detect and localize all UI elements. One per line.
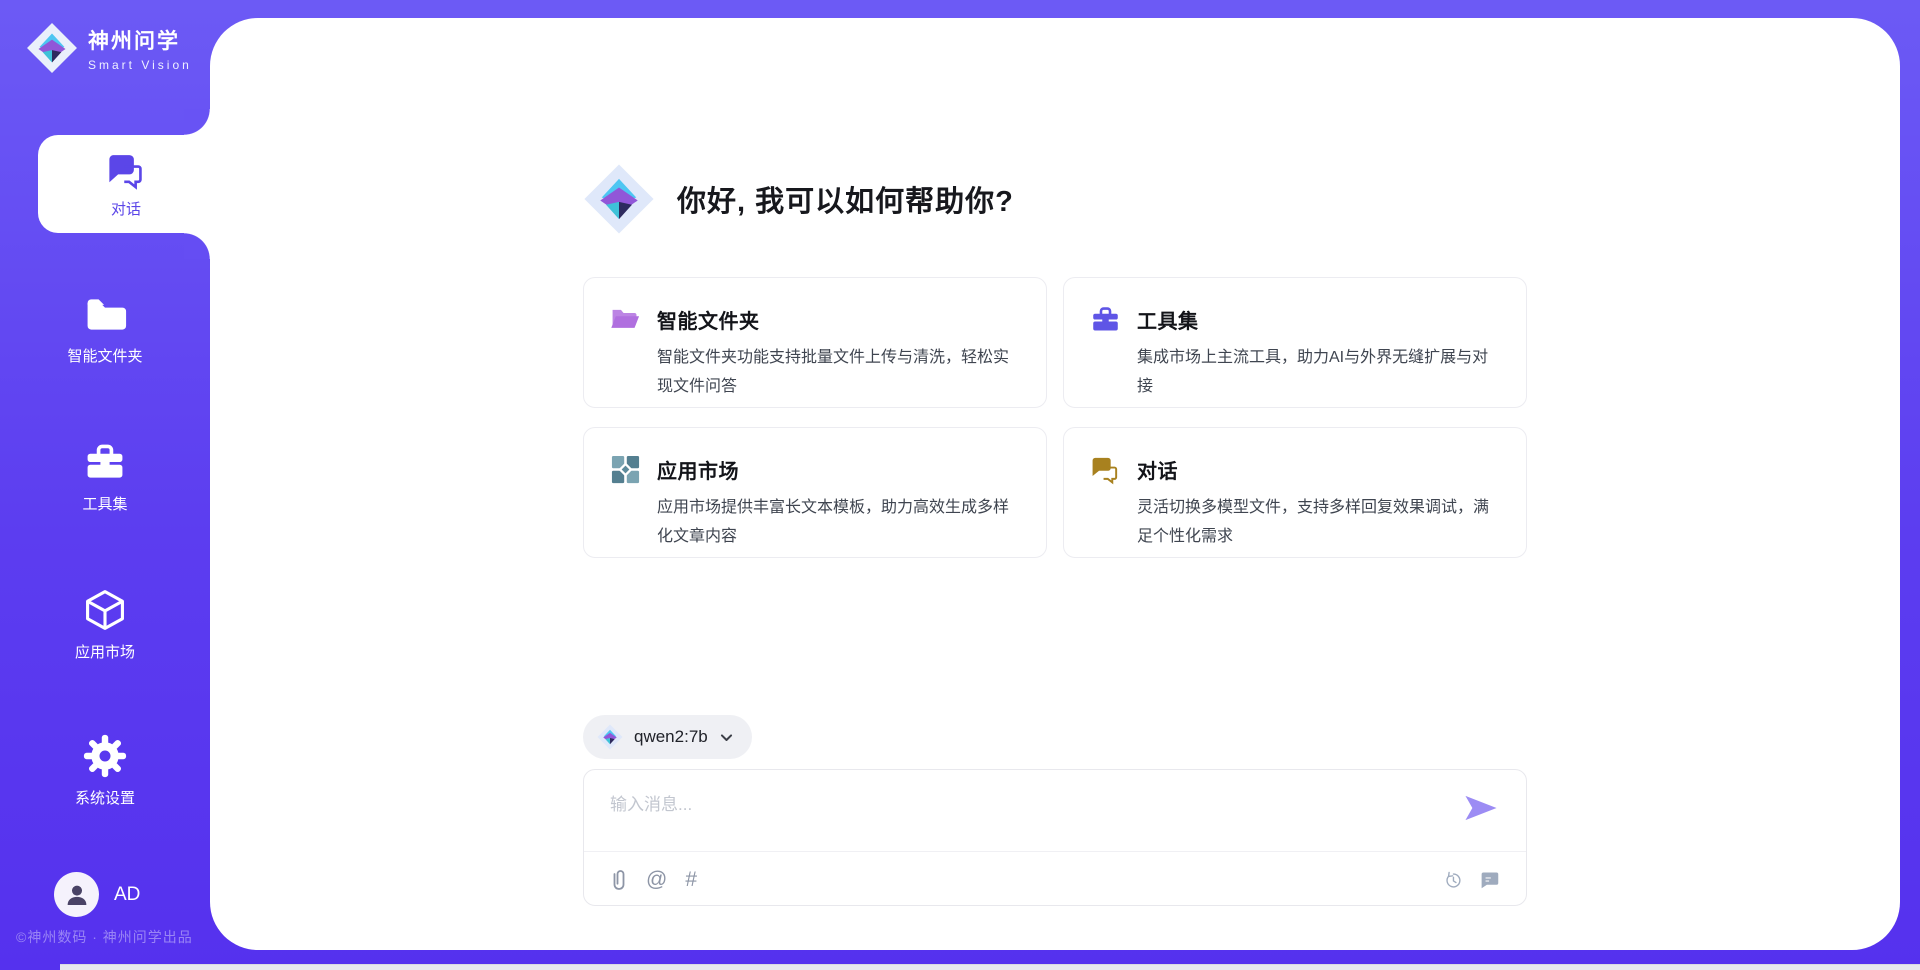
sidebar-item-label: 工具集 <box>82 493 127 514</box>
sidebar-footer: ©神州数码 · 神州问学出品 <box>16 927 193 947</box>
quick-chat-button[interactable] <box>1479 869 1500 890</box>
brand-name: 神州问学 <box>88 25 192 55</box>
model-selector[interactable]: qwen2:7b <box>583 715 752 759</box>
card-description: 应用市场提供丰富长文本模板，助力高效生成多样化文章内容 <box>657 493 1022 551</box>
sidebar-item-toolset[interactable]: 工具集 <box>0 440 210 514</box>
sidebar: 神州问学 Smart Vision 对话 智能文件夹 工具集 <box>0 0 210 970</box>
paper-plane-icon <box>1462 792 1500 824</box>
model-diamond-logo <box>597 724 623 750</box>
cube-icon <box>83 588 127 632</box>
card-title: 工具集 <box>1137 305 1199 334</box>
sidebar-item-label: 系统设置 <box>75 787 135 808</box>
sidebar-item-label: 智能文件夹 <box>67 345 142 366</box>
hash-icon: # <box>685 869 697 890</box>
message-composer: @ # <box>583 769 1527 906</box>
card-title: 智能文件夹 <box>657 305 760 334</box>
brand-diamond-logo <box>583 163 655 235</box>
model-name: qwen2:7b <box>634 727 708 747</box>
greeting-text: 你好, 我可以如何帮助你? <box>677 178 1014 220</box>
folder-icon <box>83 292 127 336</box>
card-toolset[interactable]: 工具集 集成市场上主流工具，助力AI与外界无缝扩展与对接 <box>1063 277 1527 408</box>
chat-bubbles-icon <box>105 149 147 191</box>
sidebar-item-label: 对话 <box>111 198 141 219</box>
history-icon <box>1442 869 1464 891</box>
sidebar-item-smart-folder[interactable]: 智能文件夹 <box>0 292 210 366</box>
history-button[interactable] <box>1442 869 1464 891</box>
card-description: 灵活切换多模型文件，支持多样回复效果调试，满足个性化需求 <box>1137 493 1502 551</box>
composer-toolbar: @ # <box>584 852 1526 907</box>
card-description: 集成市场上主流工具，助力AI与外界无缝扩展与对接 <box>1137 343 1502 401</box>
gear-icon <box>83 734 127 778</box>
user-name: AD <box>114 884 140 906</box>
chevron-down-icon <box>719 730 734 745</box>
active-tab-fillet-bottom <box>184 233 210 259</box>
attach-file-button[interactable] <box>610 868 628 892</box>
card-smart-folder[interactable]: 智能文件夹 智能文件夹功能支持批量文件上传与清洗，轻松实现文件问答 <box>583 277 1047 408</box>
grid-icon <box>610 454 641 485</box>
mention-button[interactable]: @ <box>646 869 667 890</box>
avatar <box>54 872 99 917</box>
active-tab-fillet-top <box>184 109 210 135</box>
sidebar-item-settings[interactable]: 系统设置 <box>0 734 210 808</box>
chat-bubbles-icon <box>1090 454 1121 485</box>
feature-cards: 智能文件夹 智能文件夹功能支持批量文件上传与清洗，轻松实现文件问答 工具集 集成… <box>583 277 1527 558</box>
message-icon <box>1479 869 1500 890</box>
brand-subtitle: Smart Vision <box>88 58 192 72</box>
greeting-row: 你好, 我可以如何帮助你? <box>583 163 1527 235</box>
sidebar-item-app-market[interactable]: 应用市场 <box>0 588 210 662</box>
send-button[interactable] <box>1462 792 1500 824</box>
sidebar-diamond-logo <box>26 22 78 74</box>
sidebar-item-label: 应用市场 <box>75 641 135 662</box>
card-chat[interactable]: 对话 灵活切换多模型文件，支持多样回复效果调试，满足个性化需求 <box>1063 427 1527 558</box>
briefcase-icon <box>1090 304 1121 335</box>
horizontal-scrollbar[interactable] <box>0 963 1920 970</box>
card-app-market[interactable]: 应用市场 应用市场提供丰富长文本模板，助力高效生成多样化文章内容 <box>583 427 1047 558</box>
card-title: 对话 <box>1137 455 1178 484</box>
paperclip-icon <box>610 868 628 892</box>
card-title: 应用市场 <box>657 455 739 484</box>
sidebar-item-chat[interactable]: 对话 <box>38 135 214 233</box>
topic-button[interactable]: # <box>685 869 697 890</box>
user-profile[interactable]: AD <box>54 872 140 917</box>
brand: 神州问学 Smart Vision <box>26 22 192 74</box>
message-input[interactable] <box>584 770 1444 850</box>
folder-open-icon <box>610 304 641 335</box>
briefcase-icon <box>83 440 127 484</box>
at-sign-icon: @ <box>646 869 667 890</box>
card-description: 智能文件夹功能支持批量文件上传与清洗，轻松实现文件问答 <box>657 343 1022 401</box>
person-icon <box>62 880 92 910</box>
main-panel: 你好, 我可以如何帮助你? 智能文件夹 智能文件夹功能支持批量文件上传与清洗，轻… <box>210 18 1900 950</box>
horizontal-scrollbar-track[interactable] <box>60 964 1920 970</box>
